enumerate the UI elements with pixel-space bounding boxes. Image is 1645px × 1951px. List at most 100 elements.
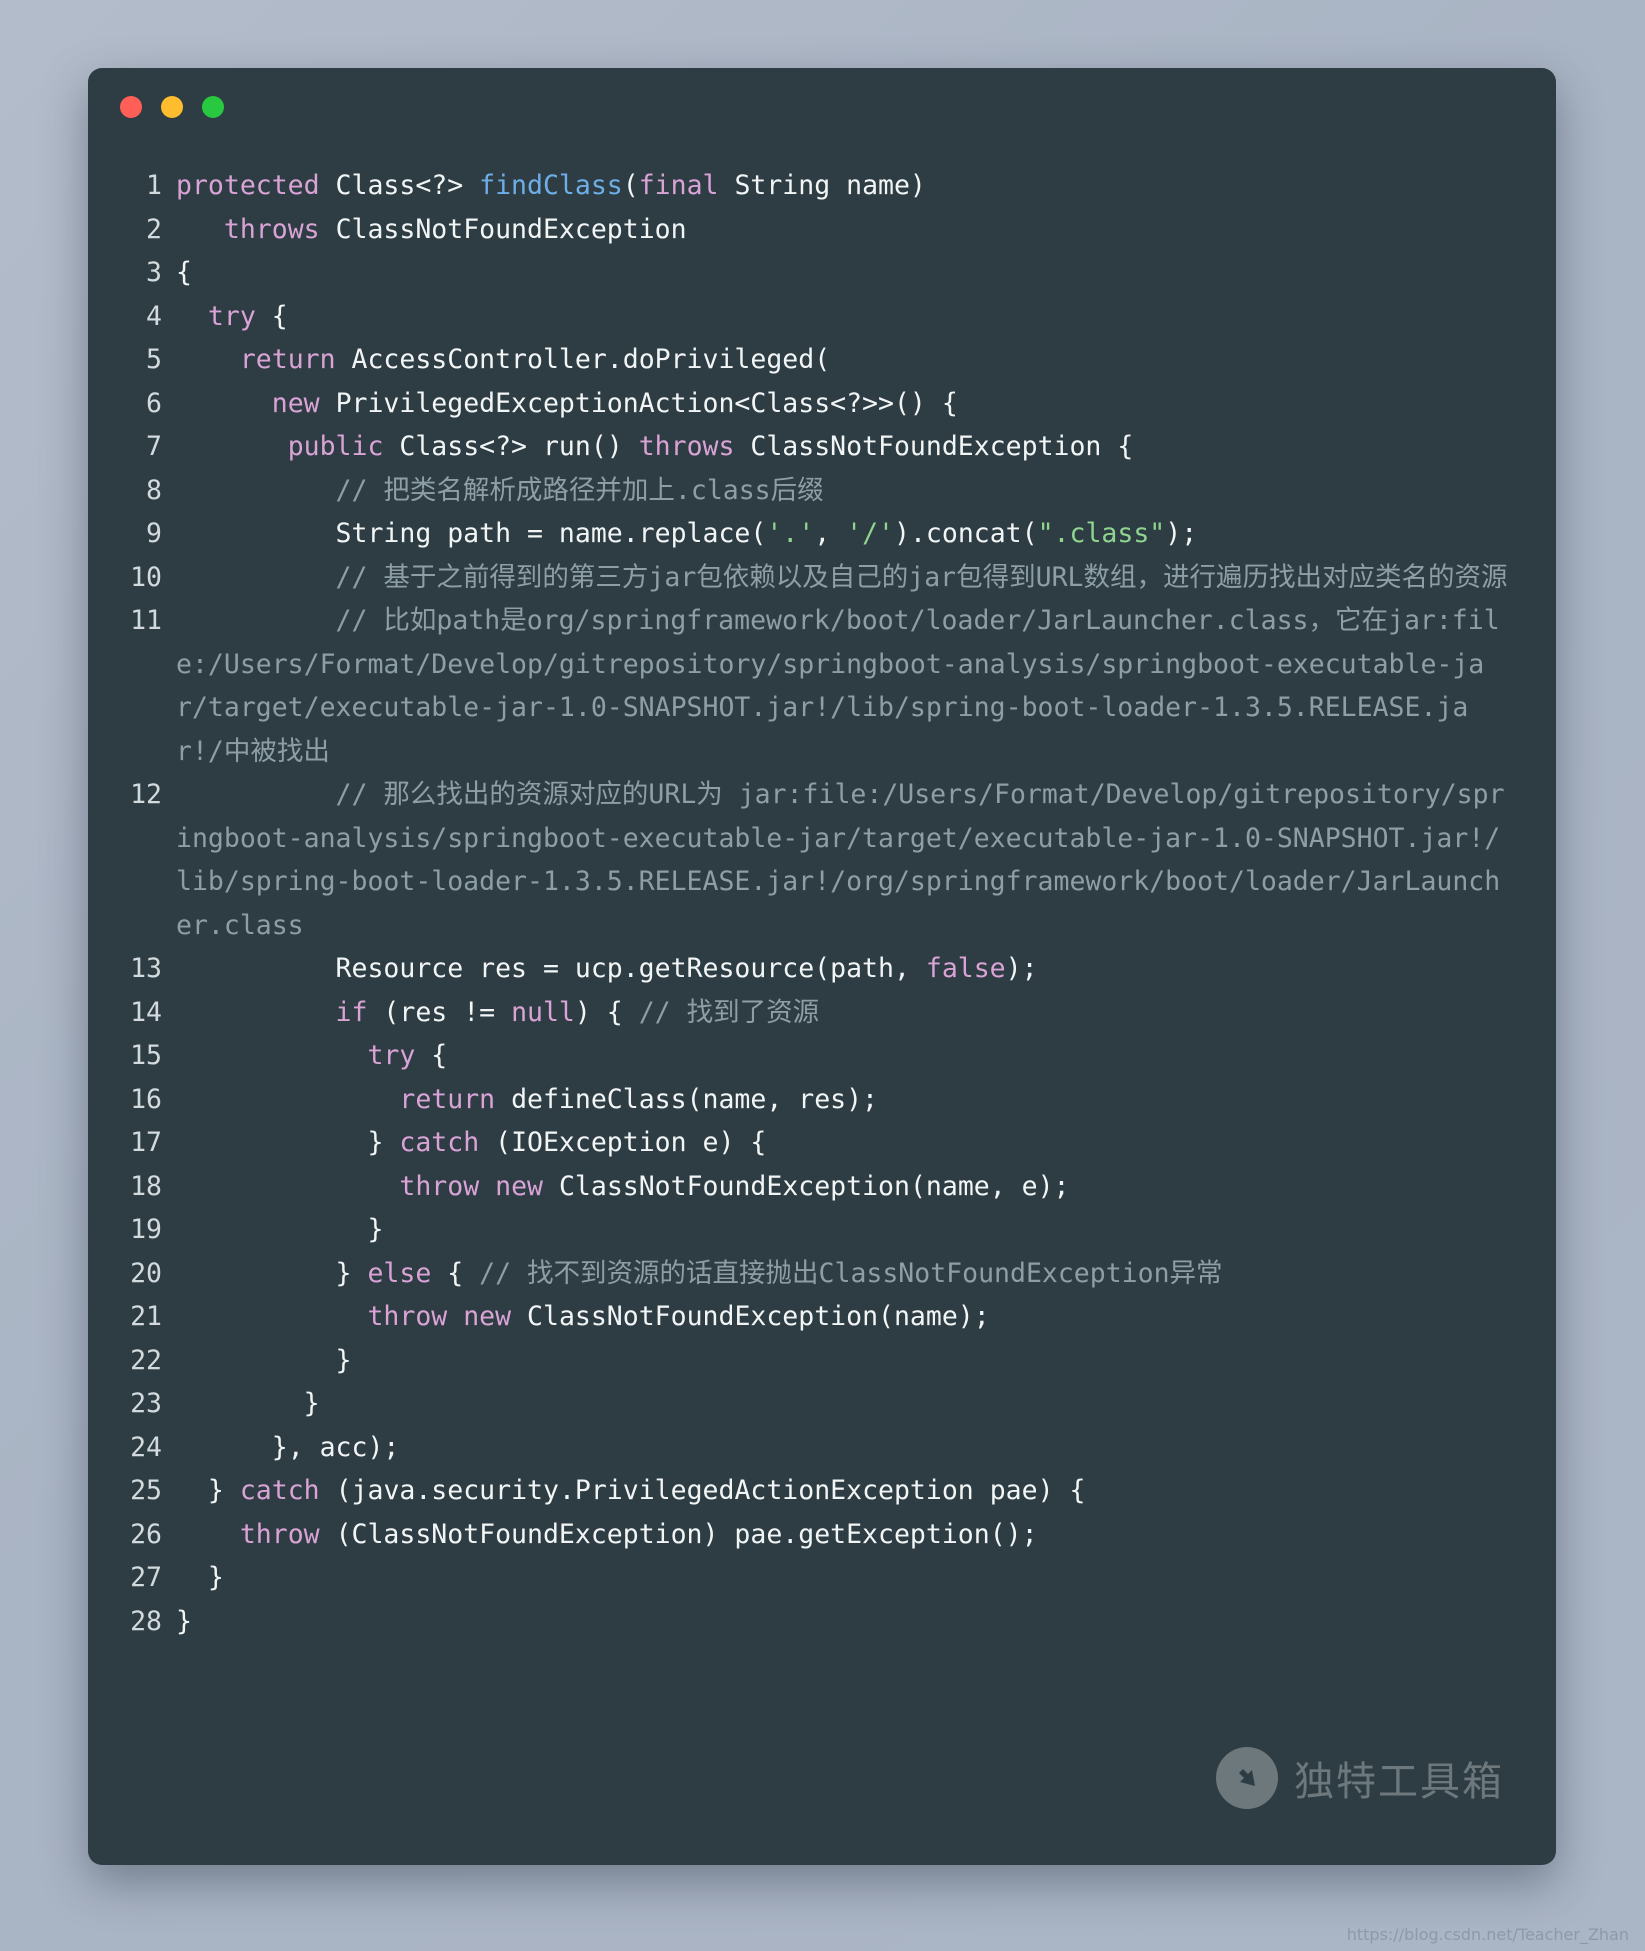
code-token-kw: return — [399, 1083, 496, 1115]
code-token-kw: null — [511, 996, 575, 1028]
code-token-kw: throw — [399, 1170, 480, 1202]
code-token-pl: } — [176, 1257, 368, 1289]
line-content: // 把类名解析成路径并加上.class后缀 — [176, 469, 1514, 513]
line-content: } — [176, 1208, 1514, 1252]
line-content: }, acc); — [176, 1426, 1514, 1470]
line-content: return defineClass(name, res); — [176, 1078, 1514, 1122]
code-line: 6 new PrivilegedExceptionAction<Class<?>… — [88, 382, 1514, 426]
code-token-pl: Class<?> run() — [383, 431, 639, 462]
code-line: 17 } catch (IOException e) { — [88, 1121, 1514, 1165]
code-token-pl: ); — [1005, 953, 1038, 984]
line-content: public Class<?> run() throws ClassNotFou… — [176, 425, 1514, 469]
watermark-text: 独特工具箱 — [1294, 1759, 1504, 1805]
code-token-kw: catch — [399, 1127, 480, 1158]
code-token-pl: } — [176, 1214, 384, 1245]
code-token-kw: new — [271, 387, 320, 419]
code-line: 8 // 把类名解析成路径并加上.class后缀 — [88, 469, 1514, 513]
line-number: 5 — [146, 344, 162, 375]
code-line: 22 } — [88, 1339, 1514, 1383]
line-content: } — [176, 1556, 1514, 1600]
code-token-pl: } — [176, 1127, 400, 1158]
code-token-kw: throws — [223, 213, 320, 245]
code-token-pl: (IOException e) { — [479, 1127, 767, 1158]
code-token-pl: } — [176, 1562, 224, 1593]
close-button[interactable] — [120, 96, 142, 118]
code-token-cmt: // 比如path是org/springframework/boot/loade… — [176, 605, 1500, 767]
code-token-kw: if — [335, 996, 368, 1028]
code-line: 23 } — [88, 1382, 1514, 1426]
code-token-cmt: // 那么找出的资源对应的URL为 jar:file:/Users/Format… — [176, 779, 1505, 941]
line-number: 17 — [130, 1127, 162, 1158]
code-token-kw: throw — [367, 1301, 448, 1332]
window-titlebar — [120, 96, 224, 118]
line-content: } catch (java.security.PrivilegedActionE… — [176, 1469, 1514, 1513]
code-line: 14 if (res != null) { // 找到了资源 — [88, 991, 1514, 1035]
line-number: 10 — [130, 561, 162, 593]
line-content: } — [176, 1339, 1514, 1383]
line-number: 20 — [130, 1257, 162, 1289]
maximize-button[interactable] — [202, 96, 224, 118]
code-line: 9 String path = name.replace('.', '/').c… — [88, 512, 1514, 556]
code-line: 4 try { — [88, 295, 1514, 339]
code-window: 1 protected Class<?> findClass(final Stri… — [88, 68, 1556, 1865]
code-line: 20 } else { // 找不到资源的话直接抛出ClassNotFoundE… — [88, 1252, 1514, 1296]
code-token-pl: ClassNotFoundException — [319, 213, 687, 245]
code-token-pl: String name) — [718, 170, 926, 201]
code-token-cmt: // 找到了资源 — [638, 996, 820, 1028]
code-token-pl: (res != — [367, 996, 512, 1028]
line-number: 13 — [130, 953, 162, 984]
line-number: 4 — [146, 300, 162, 332]
line-content: throws ClassNotFoundException — [176, 208, 1514, 252]
line-content: try { — [176, 295, 1514, 339]
code-token-cmt: // 找不到资源的话直接抛出ClassNotFoundException异常 — [479, 1257, 1223, 1289]
line-content: try { — [176, 1034, 1514, 1078]
code-token-pl: Class<?> — [319, 170, 480, 201]
code-token-str: '.' — [766, 518, 815, 549]
code-token-pl: (ClassNotFoundException) pae.getExceptio… — [319, 1518, 1038, 1550]
code-line: 19 } — [88, 1208, 1514, 1252]
code-line: 25 } catch (java.security.PrivilegedActi… — [88, 1469, 1514, 1513]
code-line: 10 // 基于之前得到的第三方jar包依赖以及自己的jar包得到URL数组，进… — [88, 556, 1514, 600]
code-line: 3{ — [88, 251, 1514, 295]
line-number: 24 — [130, 1431, 162, 1463]
line-number: 25 — [130, 1475, 162, 1506]
line-number: 18 — [130, 1170, 162, 1202]
code-token-pl: } — [176, 1388, 320, 1419]
line-number: 23 — [130, 1388, 162, 1419]
line-number: 21 — [130, 1301, 162, 1332]
line-content: { — [176, 251, 1514, 295]
code-token-pl: Resource res = ucp.getResource(path, — [176, 953, 926, 984]
line-number: 2 — [146, 213, 162, 245]
code-token-kw: throws — [638, 431, 735, 462]
code-token-kw: new — [495, 1170, 543, 1202]
minimize-button[interactable] — [161, 96, 183, 118]
line-content: return AccessController.doPrivileged( — [176, 338, 1514, 382]
code-line: 24 }, acc); — [88, 1426, 1514, 1470]
line-number: 6 — [146, 387, 162, 419]
code-line: 13 Resource res = ucp.getResource(path, … — [88, 947, 1514, 991]
code-token-kw: try — [207, 300, 256, 332]
code-block[interactable]: 1 protected Class<?> findClass(final Stri… — [88, 164, 1556, 1643]
line-content: protected Class<?> findClass(final Strin… — [176, 164, 1514, 208]
code-token-kw: else — [367, 1257, 432, 1289]
line-number: 3 — [146, 257, 162, 288]
code-line: 26 throw (ClassNotFoundException) pae.ge… — [88, 1513, 1514, 1557]
code-token-pl: } — [176, 1605, 192, 1637]
code-token-pl: ClassNotFoundException { — [734, 431, 1134, 462]
code-line: 28} — [88, 1600, 1514, 1644]
line-number: 8 — [146, 474, 162, 506]
code-token-pl: } — [176, 1475, 240, 1506]
code-token-kw: try — [367, 1040, 416, 1071]
code-token-kw: public — [287, 431, 384, 462]
line-content: throw new ClassNotFoundException(name, e… — [176, 1165, 1514, 1209]
code-line: 2 throws ClassNotFoundException — [88, 208, 1514, 252]
code-line: 1 protected Class<?> findClass(final Stri… — [88, 164, 1514, 208]
code-token-pl: ( — [622, 170, 639, 201]
line-number: 19 — [130, 1214, 162, 1245]
code-token-pl: ); — [1165, 518, 1198, 549]
code-token-pl: (java.security.PrivilegedActionException… — [319, 1475, 1086, 1506]
